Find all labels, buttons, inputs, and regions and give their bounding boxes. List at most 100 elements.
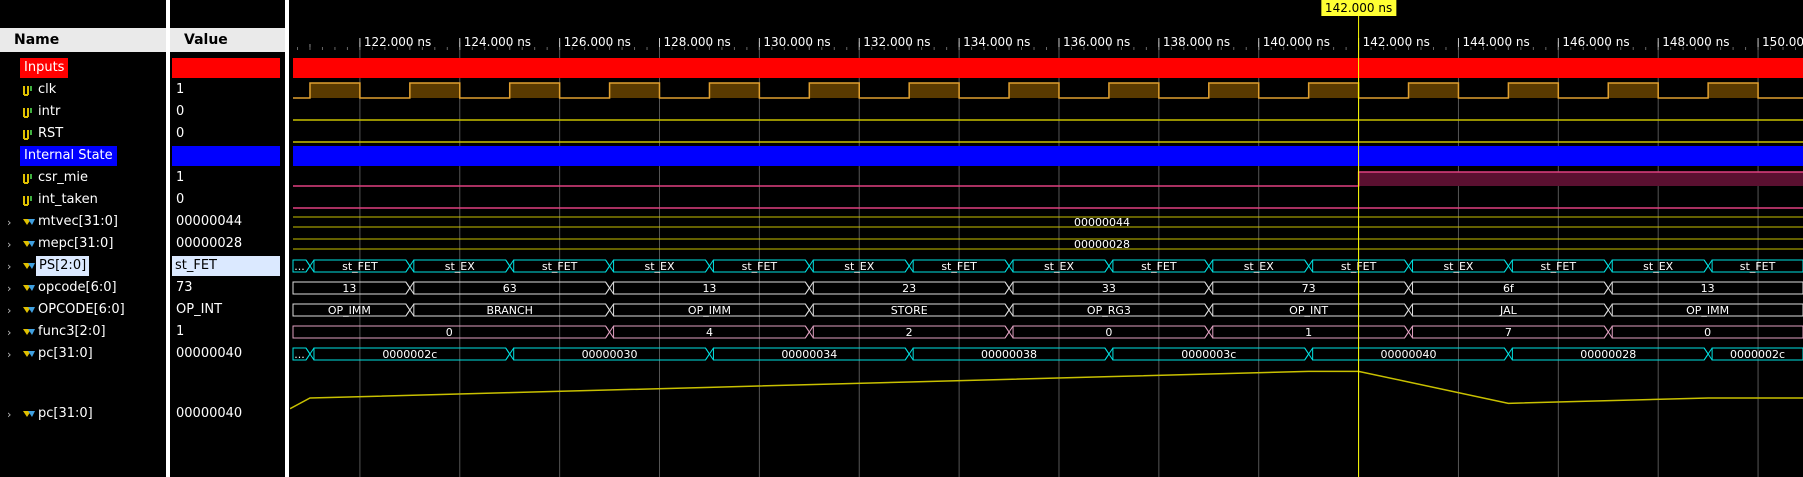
clock-high-phase	[609, 83, 660, 98]
ps-bus-value-label: st_FET	[742, 260, 778, 273]
opcode-enum-bus-value-label: BRANCH	[486, 304, 532, 317]
opcode-enum-bus-value-label: OP_INT	[1289, 304, 1328, 317]
opcode-bus-value-label: 6f	[1503, 282, 1515, 295]
bit-signal-icon	[23, 130, 32, 140]
expand-chevron-icon[interactable]: ›	[7, 348, 11, 361]
signal-name[interactable]: intr	[38, 104, 60, 119]
signal-value: 00000044	[176, 214, 243, 229]
expand-chevron-icon[interactable]: ›	[7, 238, 11, 251]
name-column-header[interactable]: Name	[0, 28, 166, 52]
clock-high-phase	[309, 83, 360, 98]
signal-value: 0	[176, 192, 185, 207]
expand-chevron-icon[interactable]: ›	[7, 260, 11, 273]
expand-chevron-icon[interactable]: ›	[7, 216, 11, 229]
opcode-enum-bus-value-label: OP_IMM	[328, 304, 371, 317]
time-tick-label: 150.000 ns	[1762, 35, 1803, 49]
signal-value: 73	[176, 280, 193, 295]
signal-value: 00000040	[176, 406, 243, 421]
signal-name[interactable]: PS[2:0]	[36, 256, 90, 276]
signal-row[interactable]: int_taken 0	[0, 190, 290, 212]
expand-chevron-icon[interactable]: ›	[7, 304, 11, 317]
pc-bus-value-label: 00000038	[981, 348, 1037, 361]
waveform-canvas[interactable]: 122.000 ns 124.000 ns 126.000 ns 128.000 ns…	[290, 0, 1803, 477]
signal-name[interactable]: opcode[6:0]	[38, 280, 117, 295]
signal-name[interactable]: int_taken	[38, 192, 98, 207]
signal-row[interactable]: › func3[2:0] 1	[0, 322, 290, 344]
signal-row[interactable]: Internal State	[0, 146, 290, 168]
signal-value: 0	[176, 126, 185, 141]
clock-high-phase	[1208, 83, 1259, 98]
signal-row[interactable]: › PS[2:0] st_FET	[0, 256, 290, 278]
signal-row[interactable]: › mtvec[31:0] 00000044	[0, 212, 290, 234]
ps-bus-value-label: st_EX	[1643, 260, 1673, 273]
func3-bus-value-label: 4	[706, 326, 713, 339]
clock-high-phase	[809, 83, 860, 98]
func3-bus-value-label: 0	[446, 326, 453, 339]
ps-bus-value-label: st_FET	[1141, 260, 1177, 273]
func3-bus-value-label: 0	[1105, 326, 1112, 339]
value-column-header[interactable]: Value	[170, 28, 285, 52]
signal-row[interactable]: clk 1	[0, 80, 290, 102]
signal-name[interactable]: csr_mie	[38, 170, 88, 185]
opcode-enum-bus-value-label: OP_IMM	[1686, 304, 1729, 317]
inputs-group-bar	[293, 58, 1803, 78]
bit-signal-icon	[23, 174, 32, 184]
group-name[interactable]: Inputs	[20, 58, 69, 78]
opcode-bus-value-label: 13	[342, 282, 356, 295]
ps-bus-value-label: st_FET	[1740, 260, 1776, 273]
signal-name[interactable]: RST	[38, 126, 63, 141]
signal-value: 00000028	[176, 236, 243, 251]
expand-chevron-icon[interactable]: ›	[7, 326, 11, 339]
bus-signal-icon	[23, 263, 35, 269]
func3-bus-value-label: 1	[1305, 326, 1312, 339]
ps-bus-value-label: st_FET	[1541, 260, 1577, 273]
clock-high-phase	[709, 83, 760, 98]
time-tick-label: 146.000 ns	[1562, 35, 1629, 49]
signal-row[interactable]: › opcode[6:0] 73	[0, 278, 290, 300]
opcode-bus-value-label: 13	[1701, 282, 1715, 295]
signal-name[interactable]: pc[31:0]	[38, 346, 93, 361]
signal-row[interactable]: › pc[31:0] 00000040	[0, 404, 290, 426]
opcode-bus-value-label: 33	[1102, 282, 1116, 295]
expand-chevron-icon[interactable]: ›	[7, 408, 11, 421]
clock-high-phase	[1608, 83, 1659, 98]
bit-signal-icon	[23, 86, 32, 96]
signal-value: 1	[176, 82, 185, 97]
time-tick-label: 140.000 ns	[1263, 35, 1330, 49]
signal-value: 00000040	[176, 346, 243, 361]
pc-bus-value-label: 00000040	[1381, 348, 1437, 361]
opcode-bus-value-label: 23	[902, 282, 916, 295]
signal-name[interactable]: mtvec[31:0]	[38, 214, 118, 229]
clock-high-phase	[1308, 83, 1359, 98]
signal-row[interactable]: › pc[31:0] 00000040	[0, 344, 290, 366]
clock-high-phase	[1009, 83, 1059, 98]
signal-row[interactable]: RST 0	[0, 124, 290, 146]
signal-row[interactable]: intr 0	[0, 102, 290, 124]
time-tick-label: 122.000 ns	[364, 35, 431, 49]
signal-row[interactable]: › OPCODE[6:0] OP_INT	[0, 300, 290, 322]
expand-chevron-icon[interactable]: ›	[7, 282, 11, 295]
opcode-bus-value-label: 13	[702, 282, 716, 295]
group-value-swatch	[172, 58, 280, 78]
time-tick-label: 128.000 ns	[664, 35, 731, 49]
waveform-area[interactable]: 122.000 ns 124.000 ns 126.000 ns 128.000 ns…	[290, 0, 1803, 477]
pc-bus-value-label: 00000034	[781, 348, 837, 361]
clock-high-phase	[1508, 83, 1559, 98]
signal-name[interactable]: pc[31:0]	[38, 406, 93, 421]
signal-row[interactable]: › mepc[31:0] 00000028	[0, 234, 290, 256]
signal-name[interactable]: func3[2:0]	[38, 324, 106, 339]
mepc-bus-label: 00000028	[1074, 238, 1130, 251]
signal-row[interactable]: Inputs	[0, 58, 290, 80]
signal-value: st_FET	[172, 256, 280, 276]
opcode-enum-bus-value-label: STORE	[891, 304, 928, 317]
signal-name[interactable]: mepc[31:0]	[38, 236, 113, 251]
signal-name[interactable]: clk	[38, 82, 56, 97]
signal-name[interactable]: OPCODE[6:0]	[38, 302, 125, 317]
group-name[interactable]: Internal State	[20, 146, 117, 166]
signal-row[interactable]: csr_mie 1	[0, 168, 290, 190]
group-value-swatch	[172, 146, 280, 166]
bus-signal-icon	[23, 307, 35, 313]
ps-bus-value-label: st_FET	[342, 260, 378, 273]
ps-bus-value-label: st_EX	[644, 260, 674, 273]
bus-signal-icon	[23, 285, 35, 291]
